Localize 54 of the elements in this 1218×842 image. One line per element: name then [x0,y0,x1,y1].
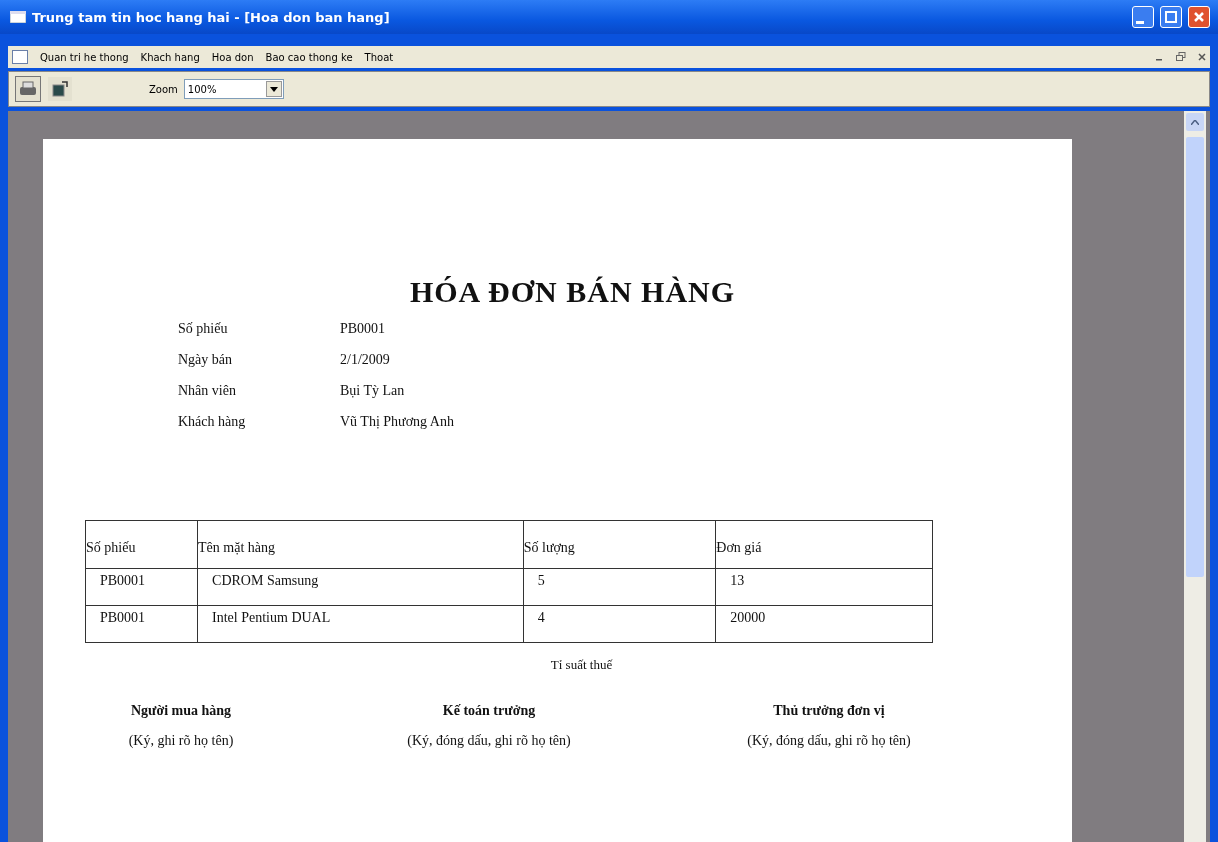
signature-note: (Ký, ghi rõ họ tên) [127,733,235,749]
column-header: Số lượng [523,520,716,569]
menu-item[interactable]: Thoat [364,51,394,63]
menu-item[interactable]: Hoa don [211,51,254,63]
close-icon [1193,11,1205,23]
table-cell: PB0001 [85,605,198,643]
menu-item[interactable]: Quan tri he thong [40,51,129,63]
signature-role: Người mua hàng [129,703,233,719]
signature-note: (Ký, đóng dấu, ghi rõ họ tên) [746,733,912,749]
table-cell: CDROM Samsung [197,568,524,606]
field-value: Bụi Tỳ Lan [340,383,406,399]
window-title: Trung tam tin hoc hang hai - [Hoa don ban hang] [32,9,391,25]
menu-item[interactable]: Khach hang [140,51,200,63]
table-cell: 20000 [715,605,933,643]
menu-item[interactable]: Bao cao thong ke [265,51,353,63]
field-label: Số phiếu [178,321,229,337]
export-button[interactable] [47,76,73,102]
field-value: PB0001 [340,321,387,337]
export-icon [52,81,68,97]
column-header: Đơn giá [715,520,933,569]
table-cell: PB0001 [85,568,198,606]
table-cell: 4 [523,605,716,643]
field-value: 2/1/2009 [340,352,391,368]
field-label: Khách hàng [178,414,247,430]
dropdown-arrow-icon [269,86,278,92]
tax-rate-label: Tỉ suất thuế [549,657,614,673]
report-title: HÓA ĐƠN BÁN HÀNG [408,274,737,309]
close-button[interactable] [1188,6,1210,28]
field-value: Vũ Thị Phương Anh [340,414,454,430]
window-icon [10,11,26,23]
close-icon[interactable] [1198,53,1206,61]
field-label: Ngày bán [178,352,234,368]
scrollbar[interactable] [1184,111,1206,842]
restore-icon[interactable] [1176,52,1186,62]
table-cell: Intel Pentium DUAL [197,605,524,643]
document-icon [12,50,28,64]
table-cell: 13 [715,568,933,606]
signature-role: Kế toán trưởng [441,703,537,719]
zoom-label: Zoom [149,83,178,95]
signature-role: Thủ trưởng đơn vị [772,703,886,719]
column-header: Tên mặt hàng [197,520,524,569]
print-button[interactable] [15,76,41,102]
scroll-up-button[interactable] [1186,113,1204,131]
zoom-dropdown[interactable]: 100% [183,79,284,99]
minimize-button[interactable] [1132,6,1154,28]
signature-note: (Ký, đóng dấu, ghi rõ họ tên) [406,733,572,749]
scroll-thumb[interactable] [1186,137,1204,577]
maximize-icon [1165,11,1177,23]
field-label: Nhân viên [178,383,237,399]
printer-icon [19,81,37,97]
table-cell: 5 [523,568,716,606]
column-header: Số phiếu [85,520,198,569]
maximize-button[interactable] [1160,6,1182,28]
minimize-icon [1136,20,1144,24]
